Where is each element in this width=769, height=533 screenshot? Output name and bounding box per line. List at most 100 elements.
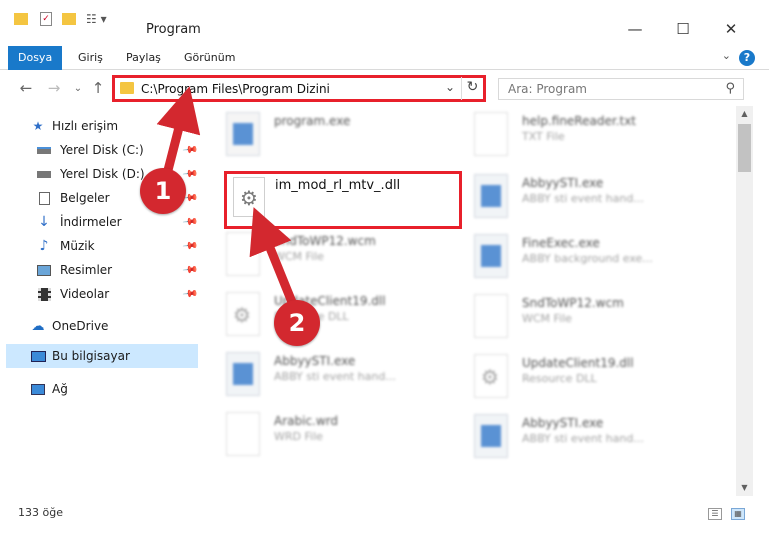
ribbon-expand-icon[interactable]: ⌄ [722,49,731,62]
dll-icon [226,292,260,336]
file-name: SndToWP12.wcm [522,296,624,310]
file-name: SndToWP12.wcm [274,234,376,248]
file-name: help.fineReader.txt [522,114,636,128]
file-type: ABBY sti event hand... [274,370,396,383]
network-icon [30,382,46,396]
file-type: WCM File [274,250,324,263]
minimize-button[interactable]: — [612,14,658,44]
file-name: AbbyySTI.exe [522,176,604,190]
folder-icon [120,82,134,94]
pin-icon[interactable]: 📌 [182,166,199,182]
cloud-icon: ☁ [31,318,45,334]
address-bar[interactable]: C:\Program Files\Program Dizini ⌄ ↻ [112,75,486,102]
pin-icon[interactable]: 📌 [182,286,199,302]
scroll-down-icon[interactable]: ▼ [736,480,753,496]
step-badge-2: 2 [274,300,320,346]
documents-icon [36,191,52,205]
search-icon[interactable]: ⚲ [725,81,735,96]
scroll-up-icon[interactable]: ▲ [736,106,753,122]
file-item[interactable]: help.fineReader.txt TXT File [462,106,702,166]
details-view-icon[interactable]: ☰ [708,508,722,520]
sidebar-item-videos[interactable]: Videolar 📌 [0,282,200,306]
refresh-icon[interactable]: ↻ [461,77,483,100]
tab-paylas[interactable]: Paylaş [116,46,171,70]
file-item[interactable]: UpdateClient19.dll Resource DLL [214,286,454,346]
sidebar-item-label: Resimler [60,263,113,277]
pin-icon[interactable]: 📌 [182,214,199,230]
file-item[interactable]: FineExec.exe ABBY background exe... [462,228,702,288]
tab-gorunum[interactable]: Görünüm [174,46,245,70]
pin-icon[interactable]: 📌 [182,142,199,158]
forward-arrow-icon[interactable]: → [44,78,64,98]
file-type: Resource DLL [522,372,597,385]
navigation-pane: ★ Hızlı erişim Yerel Disk (C:) 📌 Yerel D… [0,106,200,496]
sidebar-item-label: OneDrive [52,319,109,333]
file-name: program.exe [274,114,351,128]
sidebar-item-quick-access[interactable]: ★ Hızlı erişim [0,114,200,138]
videos-icon [36,287,52,301]
title-bar: ✓ ☷ ▾ Program — ☐ ✕ [0,0,769,46]
address-path[interactable]: C:\Program Files\Program Dizini [141,82,330,96]
file-icon [226,232,260,276]
file-item[interactable]: Arabic.wrd WRD File [214,406,454,466]
vertical-scrollbar[interactable]: ▲ ▼ [736,106,753,496]
tab-giris[interactable]: Giriş [68,46,113,70]
sidebar-item-pictures[interactable]: Resimler 📌 [0,258,200,282]
pin-icon[interactable]: 📌 [182,238,199,254]
scrollbar-thumb[interactable] [738,124,751,172]
sidebar-item-onedrive[interactable]: ☁ OneDrive [0,314,200,338]
tiles-view-icon[interactable]: ▦ [731,508,745,520]
recent-locations-icon[interactable]: ⌄ [68,78,88,98]
sidebar-item-network[interactable]: Ağ [0,377,200,401]
sidebar-item-label: Ağ [52,382,68,396]
highlighted-file-item[interactable]: im_mod_rl_mtv_.dll [224,171,462,229]
file-name: Arabic.wrd [274,414,339,428]
up-arrow-icon[interactable]: ↑ [88,78,108,98]
file-item-program-exe[interactable]: program.exe [214,106,454,166]
back-arrow-icon[interactable]: ← [16,78,36,98]
sidebar-item-this-pc[interactable]: Bu bilgisayar [6,344,198,368]
file-item[interactable]: AbbyySTI.exe ABBY sti event hand... [462,408,702,468]
sidebar-item-local-disk-c[interactable]: Yerel Disk (C:) 📌 [0,138,200,162]
sidebar-item-label: Bu bilgisayar [52,349,130,363]
exe-icon [474,414,508,458]
sidebar-item-label: Videolar [60,287,110,301]
file-name: im_mod_rl_mtv_.dll [275,178,401,193]
close-button[interactable]: ✕ [708,14,754,44]
file-name: AbbyySTI.exe [274,354,356,368]
step-badge-1: 1 [140,168,186,214]
sidebar-item-label: Müzik [60,239,95,253]
sidebar-item-label: Yerel Disk (D:) [60,167,145,181]
search-placeholder: Ara: Program [508,82,587,96]
pin-icon[interactable]: 📌 [182,262,199,278]
sidebar-item-label: Yerel Disk (C:) [60,143,144,157]
file-type: TXT File [522,130,565,143]
file-type: ABBY background exe... [522,252,653,265]
downloads-icon: ↓ [38,214,50,230]
sidebar-item-downloads[interactable]: ↓ İndirmeler 📌 [0,210,200,234]
file-item[interactable]: SndToWP12.wcm WCM File [214,226,454,286]
help-icon[interactable]: ? [739,50,755,66]
maximize-button[interactable]: ☐ [660,14,706,44]
exe-icon [474,174,508,218]
sidebar-item-music[interactable]: ♪ Müzik 📌 [0,234,200,258]
tab-dosya[interactable]: Dosya [8,46,63,70]
file-type: WRD File [274,430,323,443]
customize-toolbar-icon[interactable]: ☷ ▾ [86,12,107,26]
computer-icon [30,349,46,363]
chevron-down-icon[interactable]: ⌄ [445,80,455,94]
file-icon [226,412,260,456]
file-item[interactable]: AbbyySTI.exe ABBY sti event hand... [214,346,454,406]
file-name: UpdateClient19.dll [522,356,634,370]
drive-icon [36,167,52,181]
folder-icon[interactable] [14,13,28,25]
new-folder-icon[interactable] [62,13,76,25]
file-item[interactable]: SndToWP12.wcm WCM File [462,288,702,348]
exe-icon [226,352,260,396]
file-name: AbbyySTI.exe [522,416,604,430]
file-item[interactable]: AbbyySTI.exe ABBY sti event hand... [462,168,702,228]
properties-icon[interactable]: ✓ [40,12,52,26]
quick-access-toolbar: ✓ ☷ ▾ [14,12,107,26]
search-input[interactable]: Ara: Program ⚲ [498,78,744,100]
file-item[interactable]: UpdateClient19.dll Resource DLL [462,348,702,408]
